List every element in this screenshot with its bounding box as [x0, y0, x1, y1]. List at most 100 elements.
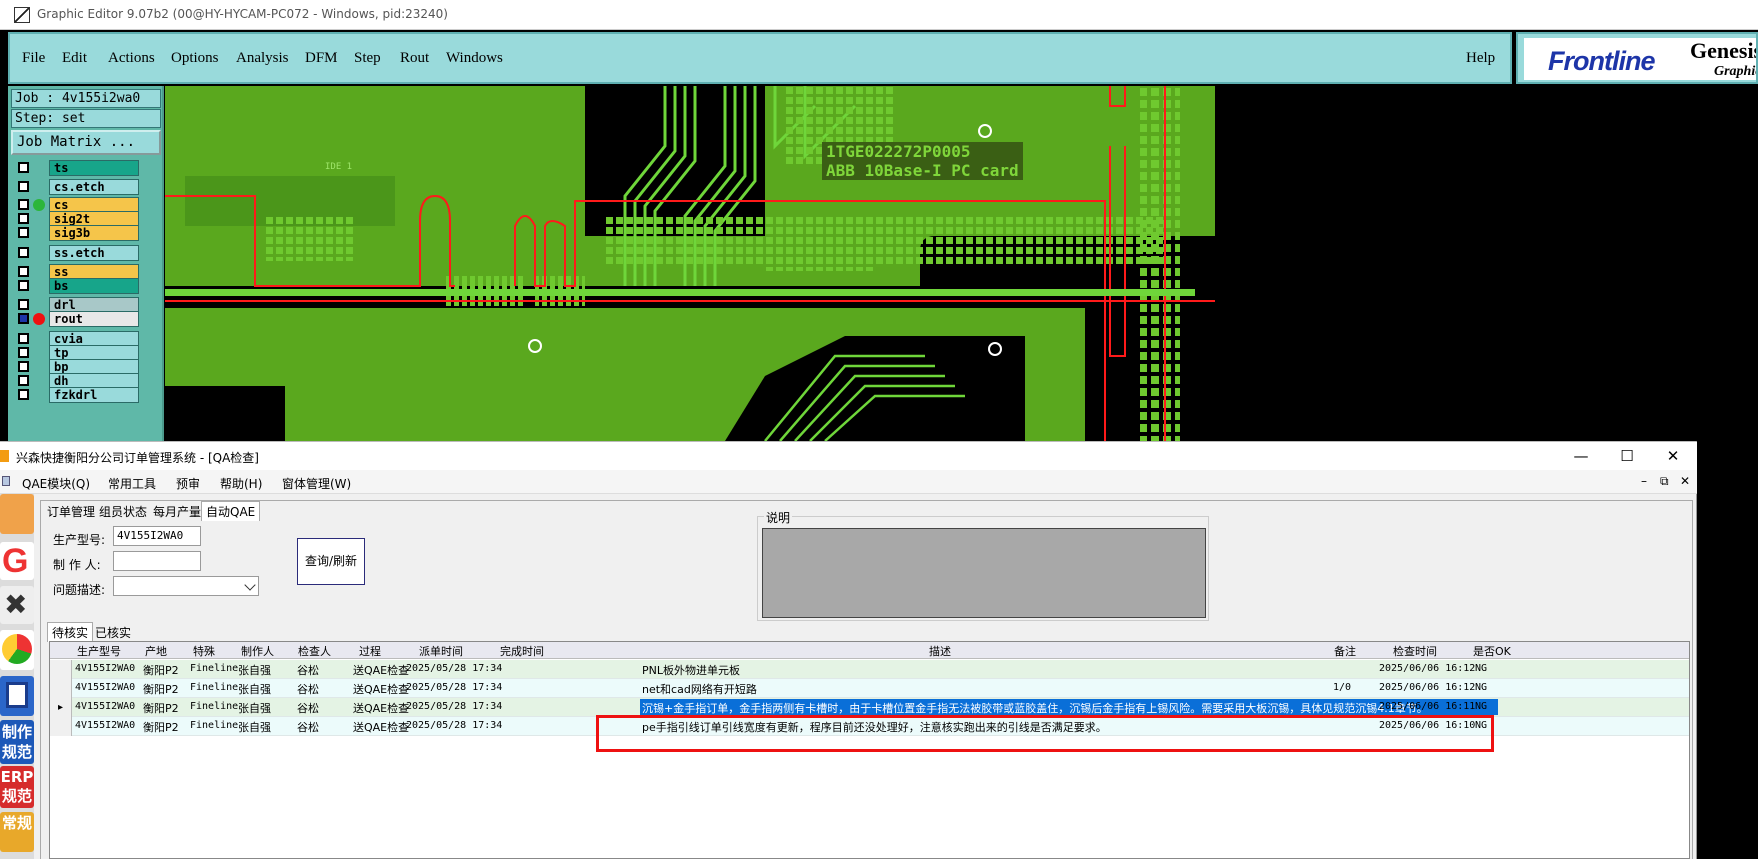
- query-refresh-button[interactable]: 查询/刷新: [297, 538, 365, 585]
- layer-checkbox[interactable]: [18, 313, 29, 324]
- table-row[interactable]: 4V155I2WA0 衡阳P2 Fineline 张自强 谷松 送QAE检查 2025/05…: [50, 717, 1689, 736]
- toolbar-common-button[interactable]: 常规: [0, 812, 34, 852]
- layer-row-sig3b[interactable]: sig3b: [11, 225, 141, 241]
- layer-row-ts[interactable]: ts: [11, 160, 141, 176]
- cell-check-time[interactable]: 2025/06/06 16:12: [1379, 682, 1475, 693]
- row-selector[interactable]: ▸: [50, 698, 72, 717]
- layer-row-ss-etch[interactable]: ss.etch: [11, 245, 141, 261]
- tab-monthly-output[interactable]: 每月产量: [149, 502, 205, 521]
- menu-file[interactable]: File: [22, 50, 45, 67]
- cell-model[interactable]: 4V155I2WA0: [75, 720, 135, 731]
- toolbar-make-spec-button[interactable]: 制作 规范: [0, 720, 34, 764]
- mdi-restore-icon[interactable]: ⧉: [1660, 474, 1669, 489]
- cell-maker[interactable]: 张自强: [238, 700, 271, 716]
- cell-place[interactable]: 衡阳P2: [143, 662, 179, 678]
- col-special[interactable]: 特殊: [193, 643, 215, 659]
- cell-check-time[interactable]: 2025/06/06 16:12: [1379, 663, 1475, 674]
- minimize-button[interactable]: —: [1558, 442, 1604, 470]
- tab-pending[interactable]: 待核实: [47, 622, 94, 642]
- col-desc[interactable]: 描述: [929, 643, 951, 659]
- pcb-graphic-canvas[interactable]: 1TGE022272P0005 ABB 10Base-I PC card IDE…: [165, 86, 1758, 441]
- toolbar-tools-button[interactable]: ✖: [0, 586, 34, 624]
- layer-checkbox[interactable]: [18, 375, 29, 386]
- layer-checkbox[interactable]: [18, 389, 29, 400]
- cell-process[interactable]: 送QAE检查: [353, 700, 409, 716]
- cell-desc[interactable]: net和cad网络有开短路: [642, 681, 757, 697]
- layer-checkbox[interactable]: [18, 199, 29, 210]
- description-box[interactable]: [762, 528, 1206, 618]
- menu-analysis[interactable]: Analysis: [236, 50, 289, 67]
- layer-name[interactable]: bs: [49, 278, 139, 294]
- col-dispatch[interactable]: 派单时间: [419, 643, 463, 659]
- cell-checker[interactable]: 谷松: [297, 700, 319, 716]
- cell-checker[interactable]: 谷松: [297, 719, 319, 735]
- table-row[interactable]: 4V155I2WA0 衡阳P2 Fineline 张自强 谷松 送QAE检查 2025/05…: [50, 660, 1689, 679]
- tab-auto-qae[interactable]: 自动QAE: [201, 501, 261, 521]
- toolbar-chart-button[interactable]: [0, 630, 34, 670]
- cell-ok[interactable]: NG: [1475, 682, 1487, 693]
- col-model[interactable]: 生产型号: [77, 643, 121, 659]
- tab-member-status[interactable]: 组员状态: [95, 502, 151, 521]
- cell-ok[interactable]: NG: [1475, 720, 1487, 731]
- cell-checker[interactable]: 谷松: [297, 681, 319, 697]
- tab-order-mgmt[interactable]: 订单管理: [43, 502, 99, 521]
- layer-name[interactable]: ss.etch: [49, 245, 139, 261]
- cell-process[interactable]: 送QAE检查: [353, 662, 409, 678]
- col-ok[interactable]: 是否OK: [1473, 643, 1511, 659]
- issue-select[interactable]: [113, 576, 259, 596]
- cell-check-time[interactable]: 2025/06/06 16:11: [1379, 701, 1475, 712]
- cell-process[interactable]: 送QAE检查: [353, 719, 409, 735]
- row-selector[interactable]: [50, 717, 72, 736]
- layer-name[interactable]: fzkdrl: [49, 387, 139, 403]
- cell-note[interactable]: 1/0: [1333, 682, 1351, 693]
- menu-pre-review[interactable]: 预审: [176, 475, 200, 492]
- menu-step[interactable]: Step: [354, 50, 381, 67]
- cell-maker[interactable]: 张自强: [238, 719, 271, 735]
- layer-row-fzkdrl[interactable]: fzkdrl: [11, 387, 141, 403]
- tab-verified[interactable]: 已核实: [91, 623, 135, 642]
- menu-help-cn[interactable]: 帮助(H): [220, 475, 262, 492]
- layer-checkbox[interactable]: [18, 181, 29, 192]
- cell-dispatch[interactable]: 2025/05/28 17:34: [406, 720, 502, 731]
- cell-check-time[interactable]: 2025/06/06 16:10: [1379, 720, 1475, 731]
- cell-special[interactable]: Fineline: [190, 720, 238, 731]
- cell-place[interactable]: 衡阳P2: [143, 681, 179, 697]
- layer-name[interactable]: rout: [49, 311, 139, 327]
- layer-row-rout[interactable]: rout: [11, 311, 141, 327]
- menu-dfm[interactable]: DFM: [305, 50, 338, 67]
- menu-actions[interactable]: Actions: [108, 50, 155, 67]
- cell-dispatch[interactable]: 2025/05/28 17:34: [406, 663, 502, 674]
- cell-special[interactable]: Fineline: [190, 682, 238, 693]
- row-selector[interactable]: [50, 679, 72, 698]
- layer-row-cs-etch[interactable]: cs.etch: [11, 179, 141, 195]
- layer-checkbox[interactable]: [18, 247, 29, 258]
- cell-desc[interactable]: pe手指引线订单引线宽度有更新，程序目前还没处理好，注意核实跑出来的引线是否满足…: [642, 719, 1107, 735]
- col-note[interactable]: 备注: [1334, 643, 1356, 659]
- maximize-button[interactable]: ☐: [1604, 442, 1650, 470]
- cell-maker[interactable]: 张自强: [238, 662, 271, 678]
- cell-special[interactable]: Fineline: [190, 663, 238, 674]
- cell-process[interactable]: 送QAE检查: [353, 681, 409, 697]
- layer-name[interactable]: sig3b: [49, 225, 139, 241]
- menu-help[interactable]: Help: [1466, 50, 1495, 67]
- layer-checkbox[interactable]: [18, 333, 29, 344]
- col-check-time[interactable]: 检查时间: [1393, 643, 1437, 659]
- cell-model[interactable]: 4V155I2WA0: [75, 682, 135, 693]
- col-done[interactable]: 完成时间: [500, 643, 544, 659]
- menu-windows[interactable]: Windows: [446, 50, 503, 67]
- menu-rout[interactable]: Rout: [400, 50, 429, 67]
- layer-checkbox[interactable]: [18, 162, 29, 173]
- cell-place[interactable]: 衡阳P2: [143, 719, 179, 735]
- mdi-minimize-icon[interactable]: –: [1641, 474, 1647, 488]
- col-place[interactable]: 产地: [145, 643, 167, 659]
- layer-checkbox[interactable]: [18, 213, 29, 224]
- layer-row-bs[interactable]: bs: [11, 278, 141, 294]
- cell-dispatch[interactable]: 2025/05/28 17:34: [406, 682, 502, 693]
- close-button[interactable]: ✕: [1650, 442, 1696, 470]
- layer-checkbox[interactable]: [18, 347, 29, 358]
- layer-checkbox[interactable]: [18, 266, 29, 277]
- job-matrix-button[interactable]: Job Matrix ...: [11, 130, 161, 155]
- layer-checkbox[interactable]: [18, 299, 29, 310]
- menu-window-mgmt[interactable]: 窗体管理(W): [282, 475, 351, 492]
- cell-checker[interactable]: 谷松: [297, 662, 319, 678]
